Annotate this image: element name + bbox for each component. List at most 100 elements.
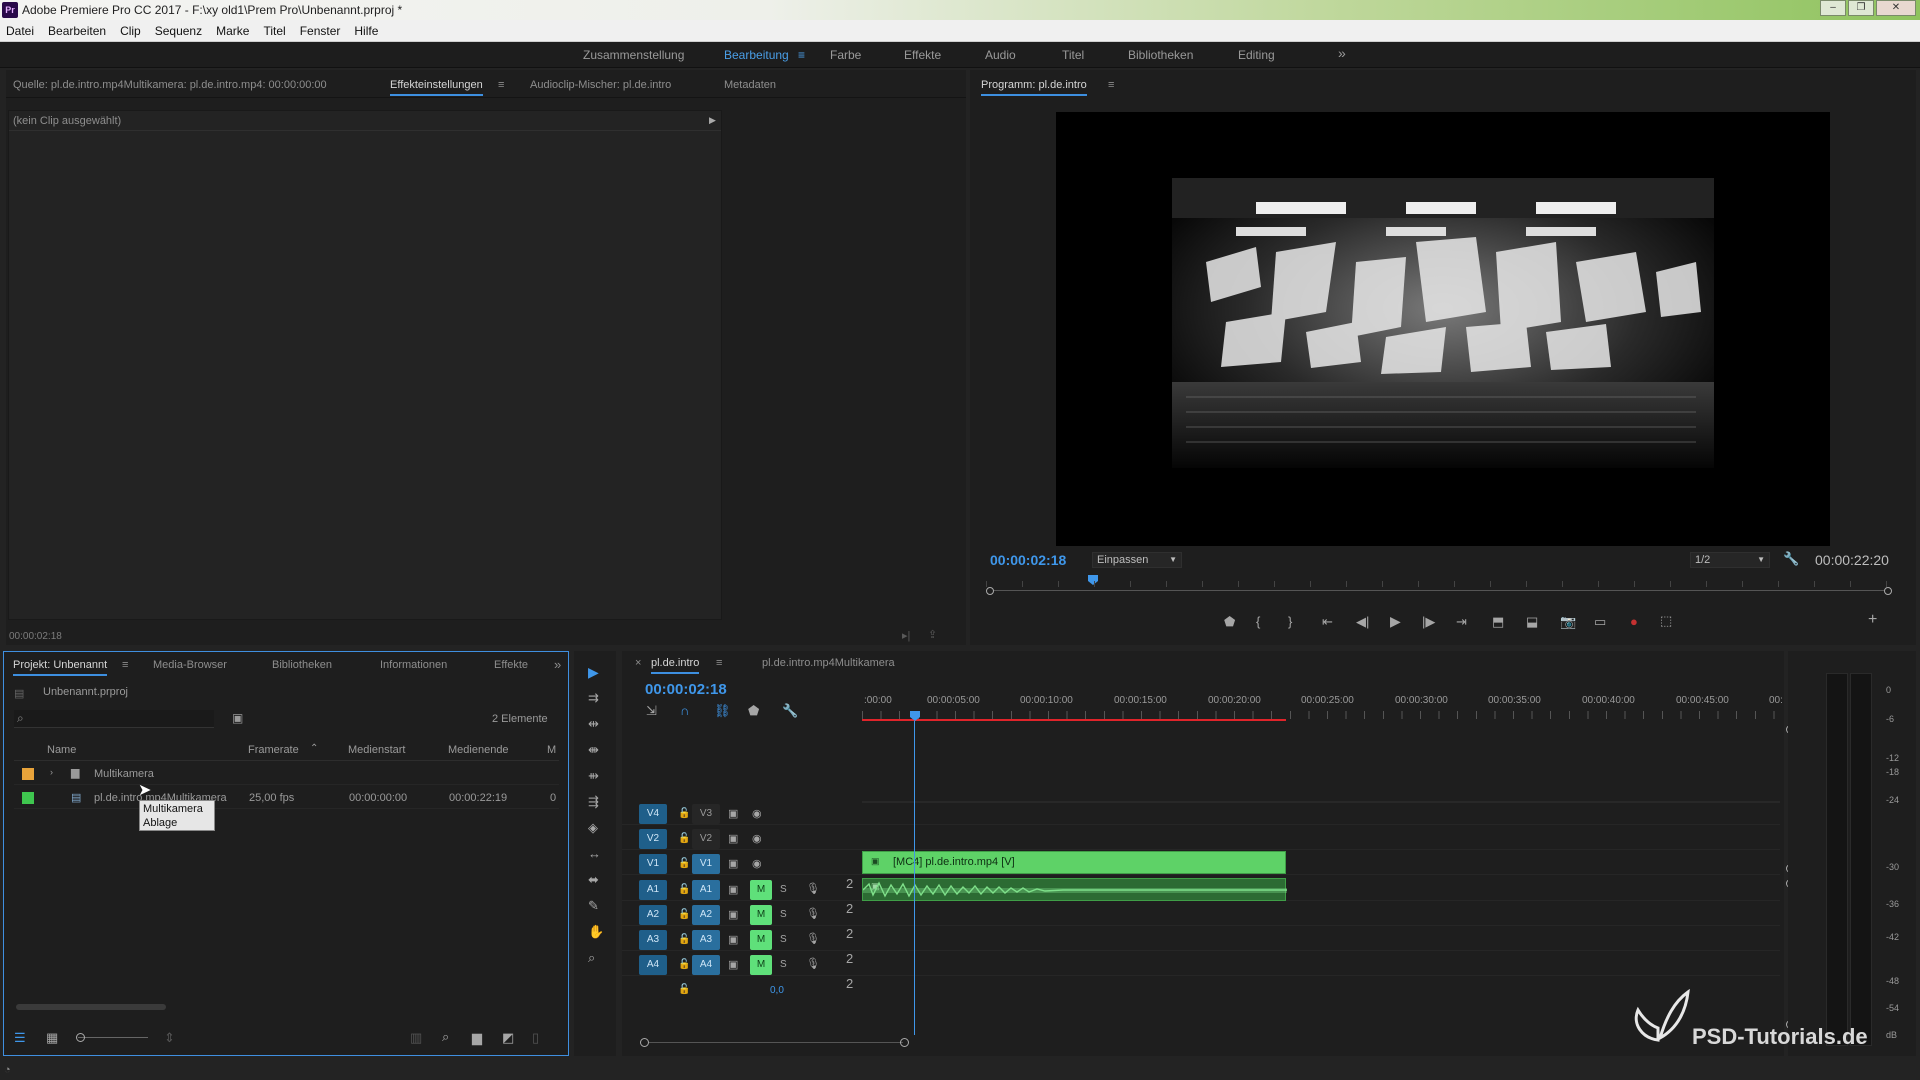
mute-button[interactable]: M xyxy=(750,930,772,950)
chevron-right-icon[interactable]: › xyxy=(50,767,53,777)
timeline-timecode[interactable]: 00:00:02:18 xyxy=(645,681,727,698)
add-marker-icon[interactable]: ⬟ xyxy=(1224,615,1235,629)
timeline-zoom-end-handle[interactable] xyxy=(900,1038,909,1047)
microphone-icon[interactable]: 🎙 xyxy=(806,907,820,921)
track-name-v2[interactable]: V2 xyxy=(692,829,720,849)
sync-lock-icon[interactable]: ▣ xyxy=(728,958,738,972)
list-item[interactable]: ▤ pl.de.intro.mp4Multikamera 25,00 fps 0… xyxy=(14,787,559,809)
extract-icon[interactable]: ⬓ xyxy=(1526,615,1538,629)
mute-button[interactable]: M xyxy=(750,880,772,900)
linked-selection-icon[interactable]: ⛓ xyxy=(714,704,731,718)
tab-source[interactable]: Quelle: pl.de.intro.mp4Multikamera: pl.d… xyxy=(13,79,327,91)
project-menu-icon[interactable]: ≡ xyxy=(122,659,128,671)
fit-select[interactable]: Einpassen ▼ xyxy=(1092,552,1182,568)
workspace-menu-icon[interactable]: ≡ xyxy=(798,48,805,62)
zoom-slider-thumb[interactable] xyxy=(76,1033,85,1042)
slide-tool-icon[interactable]: ⬌ xyxy=(588,873,599,887)
tab-project[interactable]: Projekt: Unbenannt xyxy=(13,659,108,676)
slip-tool-icon[interactable]: ↔ xyxy=(588,847,601,861)
menu-clip[interactable]: Clip xyxy=(120,24,141,38)
trash-icon[interactable]: ▯ xyxy=(532,1031,539,1045)
lock-icon[interactable]: 🔓 xyxy=(678,983,690,997)
workspace-audio[interactable]: Audio xyxy=(985,48,1016,62)
automate-icon[interactable]: ▥ xyxy=(410,1031,422,1045)
go-to-out-icon[interactable]: ⇥ xyxy=(1456,615,1467,629)
multicam-icon[interactable]: ▭ xyxy=(1594,615,1606,629)
new-bin-icon[interactable]: ▆ xyxy=(472,1031,482,1045)
mark-in-icon[interactable]: { xyxy=(1256,615,1260,629)
selection-tool-icon[interactable]: ▶ xyxy=(588,665,599,679)
project-search-input[interactable]: ⌕ xyxy=(14,710,214,728)
hand-tool-icon[interactable]: ✋ xyxy=(588,925,604,939)
nest-toggle-icon[interactable]: ⇲ xyxy=(646,704,657,718)
sync-lock-icon[interactable]: ▣ xyxy=(728,933,738,947)
menu-bearbeiten[interactable]: Bearbeiten xyxy=(48,24,106,38)
track-target-a1[interactable]: A1 xyxy=(639,880,667,900)
program-monitor-title[interactable]: Programm: pl.de.intro xyxy=(981,79,1087,96)
tab-libraries[interactable]: Bibliotheken xyxy=(272,659,332,671)
label-color-swatch[interactable] xyxy=(22,768,34,780)
sync-lock-icon[interactable]: ▣ xyxy=(728,908,738,922)
track-select-forward-icon[interactable]: ⇶ xyxy=(588,795,599,809)
video-clip[interactable]: ▣ [MC4] pl.de.intro.mp4 [V] xyxy=(862,851,1286,874)
solo-button[interactable]: S xyxy=(780,908,787,922)
sort-ascending-icon[interactable]: ⌃ xyxy=(310,743,318,754)
sync-lock-icon[interactable]: ▣ xyxy=(728,832,738,846)
record-icon[interactable]: ● xyxy=(1630,615,1638,629)
ripple-edit-tool-icon[interactable]: ⇹ xyxy=(588,717,599,731)
solo-button[interactable]: S xyxy=(780,933,787,947)
lock-icon[interactable]: 🔓 xyxy=(678,933,690,947)
program-current-time[interactable]: 00:00:02:18 xyxy=(990,552,1066,568)
workspace-bearbeitung[interactable]: Bearbeitung xyxy=(724,48,789,62)
tab-metadata[interactable]: Metadaten xyxy=(724,79,776,91)
tab-effects[interactable]: Effekte xyxy=(494,659,528,671)
workspace-overflow-icon[interactable]: » xyxy=(1338,45,1346,61)
minimize-button[interactable]: – xyxy=(1820,0,1846,16)
add-marker-icon[interactable]: ⬟ xyxy=(748,704,759,718)
program-menu-icon[interactable]: ≡ xyxy=(1108,79,1114,91)
panel-overflow-icon[interactable]: » xyxy=(554,657,561,672)
workspace-effekte[interactable]: Effekte xyxy=(904,48,941,62)
close-tab-icon[interactable]: × xyxy=(635,657,641,669)
lock-icon[interactable]: 🔓 xyxy=(678,857,690,871)
export-icon[interactable]: ⇪ xyxy=(928,628,937,641)
track-target-v2[interactable]: V2 xyxy=(639,829,667,849)
workspace-titel[interactable]: Titel xyxy=(1062,48,1084,62)
track-name-a3[interactable]: A3 xyxy=(692,930,720,950)
work-area-bar[interactable] xyxy=(862,719,1286,721)
workspace-bibliotheken[interactable]: Bibliotheken xyxy=(1128,48,1193,62)
solo-button[interactable]: S xyxy=(780,958,787,972)
camera-icon[interactable]: 📷 xyxy=(1560,615,1576,629)
eye-icon[interactable]: ◉ xyxy=(752,857,762,871)
horizontal-scrollbar[interactable] xyxy=(16,1004,166,1010)
list-view-icon[interactable]: ☰ xyxy=(14,1031,26,1045)
play-icon[interactable]: ▶ xyxy=(1390,614,1401,628)
effect-controls-menu-icon[interactable]: ≡ xyxy=(498,79,504,91)
workspace-farbe[interactable]: Farbe xyxy=(830,48,861,62)
tab-sequence-pl-de-intro[interactable]: pl.de.intro xyxy=(651,657,700,674)
track-target-a4[interactable]: A4 xyxy=(639,955,667,975)
track-target-v4[interactable]: V4 xyxy=(639,804,667,824)
lock-icon[interactable]: 🔓 xyxy=(678,908,690,922)
column-media-end[interactable]: Medienende xyxy=(448,744,509,756)
safe-margins-icon[interactable]: ⬚ xyxy=(1660,614,1672,628)
master-volume-value[interactable]: 0,0 xyxy=(770,985,784,996)
timeline-menu-icon[interactable]: ≡ xyxy=(716,657,722,669)
rate-stretch-tool-icon[interactable]: ⇻ xyxy=(588,769,599,783)
filter-icon[interactable]: ▸| xyxy=(902,629,910,642)
track-target-a3[interactable]: A3 xyxy=(639,930,667,950)
menu-titel[interactable]: Titel xyxy=(263,24,285,38)
go-to-in-icon[interactable]: ⇤ xyxy=(1322,615,1333,629)
new-item-icon[interactable]: ◩ xyxy=(502,1031,514,1045)
menu-sequenz[interactable]: Sequenz xyxy=(155,24,202,38)
menu-datei[interactable]: Datei xyxy=(6,24,34,38)
tab-media-browser[interactable]: Media-Browser xyxy=(153,659,227,671)
sync-lock-icon[interactable]: ▣ xyxy=(728,883,738,897)
sync-lock-icon[interactable]: ▣ xyxy=(728,857,738,871)
add-button-icon[interactable]: + xyxy=(1868,612,1877,628)
zoom-tool-icon[interactable]: ⌕ xyxy=(588,951,595,965)
icon-view-icon[interactable]: ▦ xyxy=(46,1031,58,1045)
lock-icon[interactable]: 🔓 xyxy=(678,832,690,846)
tab-sequence-multikamera[interactable]: pl.de.intro.mp4Multikamera xyxy=(762,657,895,669)
zoom-slider-track[interactable] xyxy=(78,1037,148,1038)
